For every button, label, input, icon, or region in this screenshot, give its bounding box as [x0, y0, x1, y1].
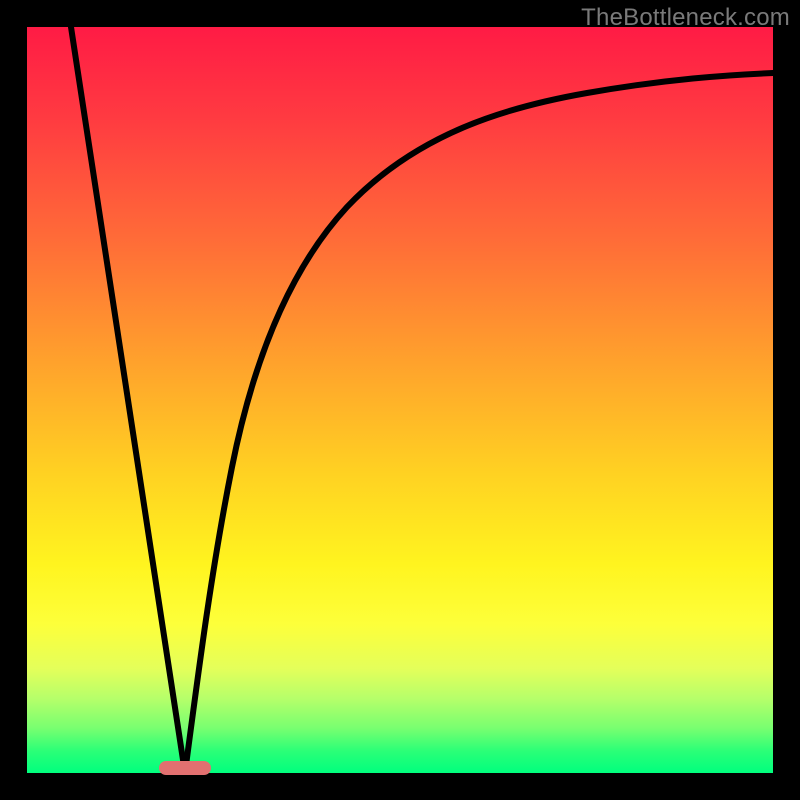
right-curve-path [185, 73, 773, 773]
left-line-path [71, 27, 185, 773]
chart-frame: TheBottleneck.com [0, 0, 800, 800]
plot-area [27, 27, 773, 773]
curves-layer [27, 27, 773, 773]
watermark-text: TheBottleneck.com [581, 4, 790, 32]
optimal-range-marker [159, 761, 211, 775]
